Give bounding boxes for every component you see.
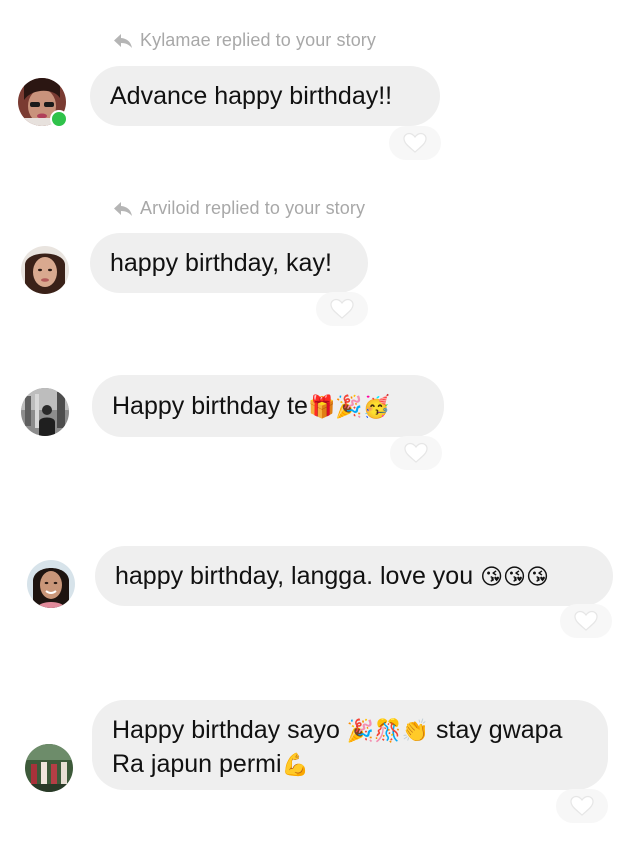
like-button[interactable] (389, 126, 441, 160)
reply-arrow-icon (112, 32, 134, 50)
like-button[interactable] (556, 789, 608, 823)
like-button[interactable] (390, 436, 442, 470)
avatar-arviloid[interactable] (21, 246, 69, 294)
avatar-user-3[interactable] (21, 388, 69, 436)
message-text: Happy birthday te (112, 392, 308, 420)
like-button[interactable] (560, 604, 612, 638)
message-emojis: 😘😘😘 (480, 565, 549, 590)
like-button[interactable] (316, 292, 368, 326)
message-text: Ra japun permi (112, 750, 282, 778)
message-text: Advance happy birthday!! (110, 82, 393, 110)
message-emojis: 🎉🎊👏 (346, 719, 430, 744)
message-bubble[interactable]: happy birthday, langga. love you 😘😘😘 (95, 546, 613, 606)
message-line-2: Ra japun permi💪 (112, 748, 588, 782)
heart-icon (403, 442, 429, 464)
reply-context-text: Arviloid replied to your story (140, 198, 366, 218)
avatar-user-5[interactable] (25, 744, 73, 792)
heart-icon (569, 795, 595, 817)
reply-context: Arviloid replied to your story (112, 198, 365, 219)
online-status-indicator (50, 110, 68, 128)
message-bubble[interactable]: Happy birthday te🎁🎉🥳 (92, 375, 444, 437)
heart-icon (329, 298, 355, 320)
message-emojis: 🎁🎉🥳 (307, 395, 391, 420)
heart-icon (573, 610, 599, 632)
message-text: happy birthday, kay! (110, 249, 332, 277)
avatar-user-4[interactable] (27, 560, 75, 608)
message-text: stay gwapa (436, 716, 563, 744)
message-bubble[interactable]: happy birthday, kay! (90, 233, 368, 293)
heart-icon (402, 132, 428, 154)
message-bubble[interactable]: Happy birthday sayo 🎉🎊👏 stay gwapa Ra ja… (92, 700, 608, 790)
message-emojis: 💪 (281, 753, 309, 778)
message-text: happy birthday, langga. love you (115, 562, 474, 590)
message-bubble[interactable]: Advance happy birthday!! (90, 66, 440, 126)
message-line-1: Happy birthday sayo 🎉🎊👏 stay gwapa (112, 714, 588, 748)
reply-arrow-icon (112, 200, 134, 218)
message-text: Happy birthday sayo (112, 716, 340, 744)
reply-context-text: Kylamae replied to your story (140, 30, 377, 50)
reply-context: Kylamae replied to your story (112, 30, 376, 51)
